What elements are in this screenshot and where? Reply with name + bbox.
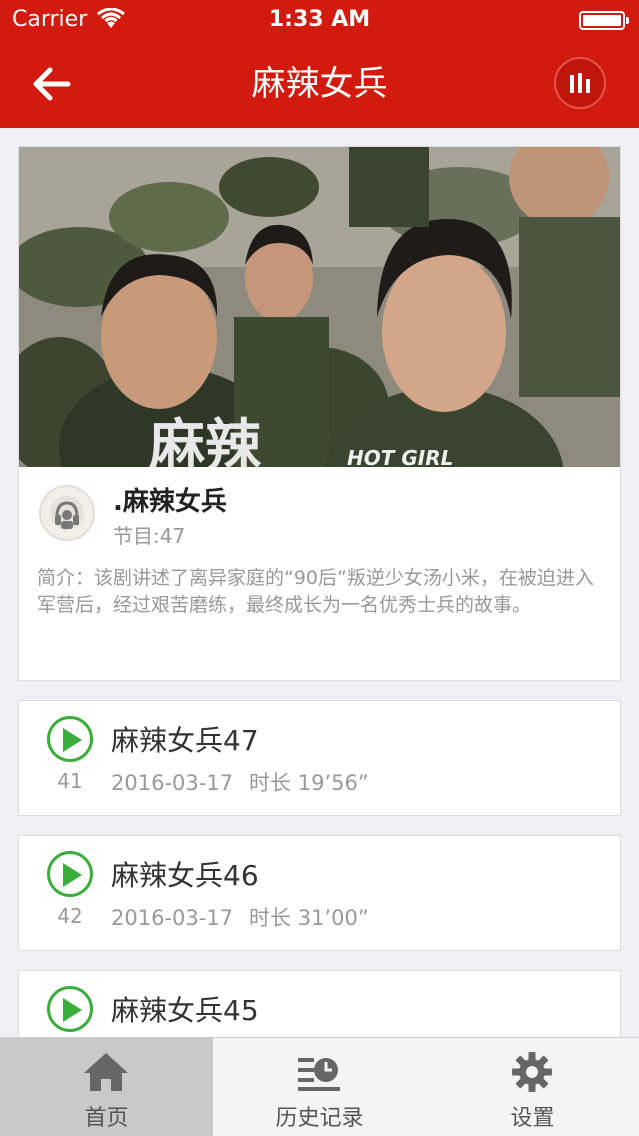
svg-text:麻辣: 麻辣 [149,414,262,467]
episode-duration: 时长 19’56” [249,771,369,795]
header-bar: Carrier 1:33 AM 麻辣女兵 [0,0,639,128]
show-episode-count: 节目:47 [113,524,186,548]
episode-date: 2016-03-17 [111,906,234,930]
headphones-icon [50,496,84,530]
home-icon [84,1053,128,1091]
player-button[interactable] [554,57,606,109]
play-count: 41 [57,769,83,793]
tab-settings[interactable]: 设置 [426,1038,639,1136]
episode-title: 麻辣女兵46 [111,859,259,892]
play-button[interactable] [47,986,93,1032]
status-bar: Carrier 1:33 AM [0,0,639,40]
episode-item[interactable]: 42 麻辣女兵46 2016-03-17 时长 31’00” [18,835,621,951]
episode-duration: 时长 31’00” [249,906,369,930]
equalizer-icon [570,73,590,93]
show-description: 简介：该剧讲述了离异家庭的“90后”叛逆少女汤小米，在被迫进入军营后，经过艰苦磨… [37,567,594,616]
play-count: 42 [57,904,83,928]
page-title: 麻辣女兵 [251,64,388,104]
nav-bar: 麻辣女兵 [0,40,639,128]
show-detail-card: 麻辣 HOT GIRL .麻辣女兵 节目:47 简介：该剧讲述了离异家庭的“90… [18,146,621,681]
history-icon [298,1058,340,1091]
status-time: 1:33 AM [268,7,371,32]
episode-title: 麻辣女兵47 [111,724,259,757]
show-title: .麻辣女兵 [113,487,227,517]
episode-date: 2016-03-17 [111,771,234,795]
play-icon [63,728,82,752]
tab-home[interactable]: 首页 [0,1038,213,1136]
tab-history[interactable]: 历史记录 [213,1038,426,1136]
play-icon [63,863,82,887]
poster-image: 麻辣 HOT GIRL [19,147,620,467]
play-button[interactable] [47,716,93,762]
gear-icon [512,1052,552,1092]
tab-label: 历史记录 [275,1106,364,1131]
tab-bar: 首页 历史记录 设置 [0,1037,639,1136]
episode-meta: 2016-03-17 时长 31’00” [111,902,369,932]
play-icon [63,998,82,1022]
tab-label: 设置 [510,1106,555,1131]
episode-item[interactable]: 41 麻辣女兵47 2016-03-17 时长 19’56” [18,700,621,816]
battery-icon [579,11,629,30]
svg-text:HOT GIRL: HOT GIRL [347,446,453,467]
play-button[interactable] [47,851,93,897]
tab-label: 首页 [84,1106,129,1131]
episode-title: 麻辣女兵45 [111,994,259,1027]
show-poster: 麻辣 HOT GIRL [19,147,620,467]
show-avatar [39,485,95,541]
episode-meta: 2016-03-17 时长 19’56” [111,767,369,797]
